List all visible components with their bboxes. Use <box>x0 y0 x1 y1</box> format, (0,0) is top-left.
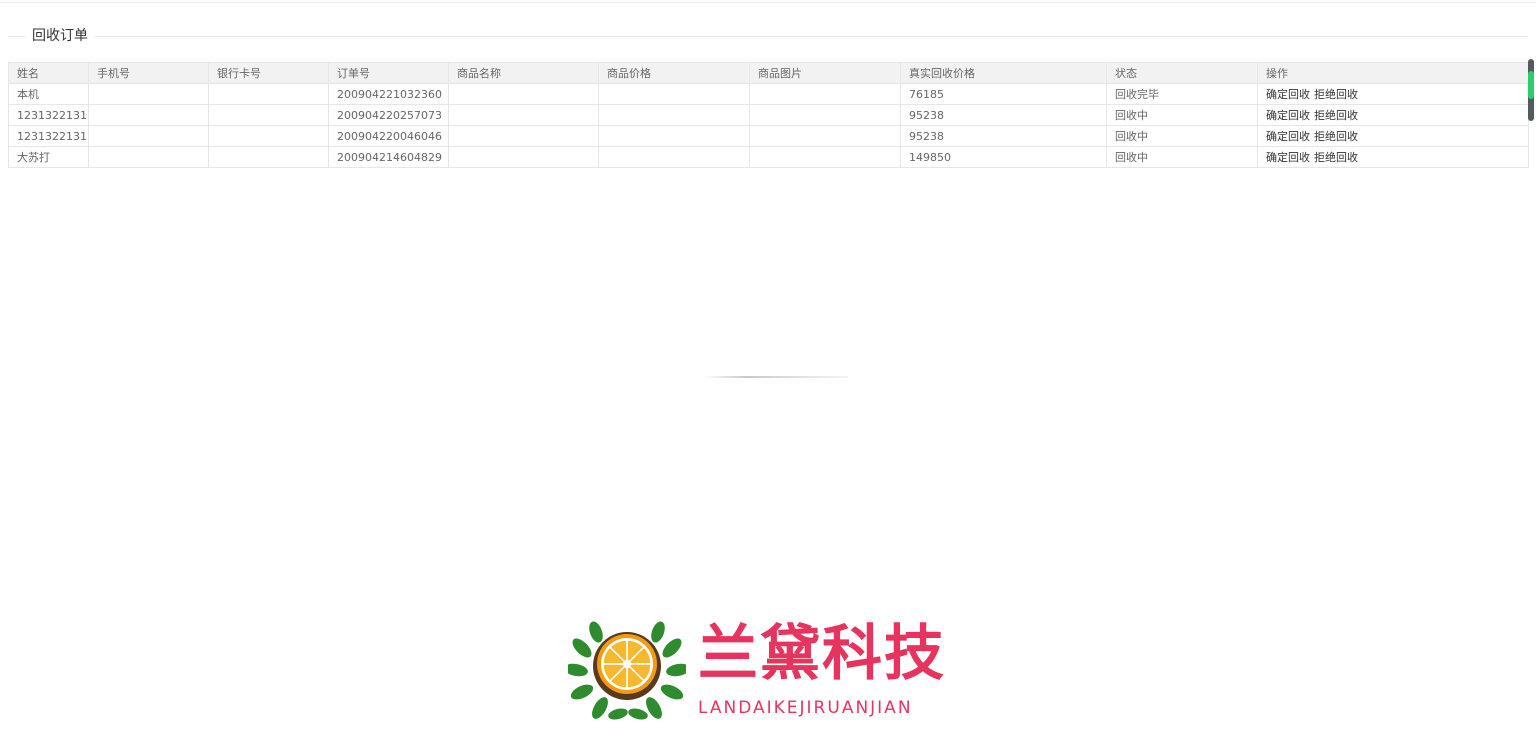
section-divider <box>8 36 1528 37</box>
brand-name-en: LANDAIKEJIRUANJIAN <box>698 698 913 718</box>
cell-actions: 确定回收 拒绝回收 <box>1257 125 1529 147</box>
cell-product-image <box>749 125 901 147</box>
cell-bank-card <box>208 146 329 168</box>
section-title: 回收订单 <box>26 26 94 46</box>
column-header-product-name: 商品名称 <box>448 62 599 84</box>
cell-status: 回收中 <box>1106 146 1258 168</box>
cell-actions: 确定回收 拒绝回收 <box>1257 83 1529 105</box>
top-divider <box>0 2 1536 3</box>
table-row: 本机 200904221032360 76185 回收完毕 确定回收 拒绝回收 <box>8 83 1529 105</box>
table-header-row: 姓名 手机号 银行卡号 订单号 商品名称 商品价格 商品图片 真实回收价格 状态… <box>8 62 1529 84</box>
cell-bank-card <box>208 83 329 105</box>
column-header-name: 姓名 <box>8 62 89 84</box>
cell-name: 大苏打 <box>8 146 89 168</box>
cell-product-image <box>749 83 901 105</box>
cell-bank-card <box>208 125 329 147</box>
cell-real-price: 76185 <box>900 83 1107 105</box>
cell-product-price <box>598 104 750 126</box>
cell-product-price <box>598 125 750 147</box>
cell-name: 1231322131 <box>8 125 89 147</box>
orders-table: 姓名 手机号 银行卡号 订单号 商品名称 商品价格 商品图片 真实回收价格 状态… <box>8 62 1529 168</box>
column-header-product-price: 商品价格 <box>598 62 750 84</box>
cell-name: 本机 <box>8 83 89 105</box>
section-header: 回收订单 <box>8 26 1528 46</box>
column-header-real-price: 真实回收价格 <box>900 62 1107 84</box>
cell-name: 1231322131 <box>8 104 89 126</box>
reject-recycle-link[interactable]: 拒绝回收 <box>1314 88 1358 101</box>
table-row: 大苏打 200904214604829 149850 回收中 确定回收 拒绝回收 <box>8 146 1529 168</box>
cell-actions: 确定回收 拒绝回收 <box>1257 146 1529 168</box>
cell-product-image <box>749 104 901 126</box>
cell-status: 回收中 <box>1106 125 1258 147</box>
cell-real-price: 95238 <box>900 104 1107 126</box>
scrollbar-thumb[interactable] <box>1528 71 1534 99</box>
confirm-recycle-link[interactable]: 确定回收 <box>1266 151 1310 164</box>
cell-phone <box>88 83 209 105</box>
cell-product-name <box>448 146 599 168</box>
cell-product-price <box>598 83 750 105</box>
column-header-phone: 手机号 <box>88 62 209 84</box>
cell-bank-card <box>208 104 329 126</box>
cell-real-price: 149850 <box>900 146 1107 168</box>
table-row: 1231322131 200904220046046 95238 回收中 确定回… <box>8 125 1529 147</box>
confirm-recycle-link[interactable]: 确定回收 <box>1266 109 1310 122</box>
cell-order-no: 200904220257073 <box>328 104 449 126</box>
cell-product-name <box>448 104 599 126</box>
cell-actions: 确定回收 拒绝回收 <box>1257 104 1529 126</box>
column-header-status: 状态 <box>1106 62 1258 84</box>
column-header-bank-card: 银行卡号 <box>208 62 329 84</box>
cell-status: 回收完毕 <box>1106 83 1258 105</box>
reject-recycle-link[interactable]: 拒绝回收 <box>1314 109 1358 122</box>
confirm-recycle-link[interactable]: 确定回收 <box>1266 130 1310 143</box>
cell-order-no: 200904221032360 <box>328 83 449 105</box>
vertical-scrollbar[interactable] <box>1528 59 1534 121</box>
loading-indicator <box>702 376 848 378</box>
brand-logo: 兰黛科技 LANDAIKEJIRUANJIAN <box>568 618 958 722</box>
reject-recycle-link[interactable]: 拒绝回收 <box>1314 151 1358 164</box>
cell-order-no: 200904220046046 <box>328 125 449 147</box>
cell-order-no: 200904214604829 <box>328 146 449 168</box>
cell-product-image <box>749 146 901 168</box>
cell-product-price <box>598 146 750 168</box>
table-row: 1231322131 200904220257073 95238 回收中 确定回… <box>8 104 1529 126</box>
column-header-order-no: 订单号 <box>328 62 449 84</box>
cell-phone <box>88 125 209 147</box>
cell-product-name <box>448 83 599 105</box>
cell-product-name <box>448 125 599 147</box>
cell-phone <box>88 104 209 126</box>
column-header-actions: 操作 <box>1257 62 1529 84</box>
brand-name-cn: 兰黛科技 <box>698 619 946 689</box>
cell-phone <box>88 146 209 168</box>
confirm-recycle-link[interactable]: 确定回收 <box>1266 88 1310 101</box>
cell-real-price: 95238 <box>900 125 1107 147</box>
cell-status: 回收中 <box>1106 104 1258 126</box>
orange-slice-laurel-icon <box>568 621 686 720</box>
reject-recycle-link[interactable]: 拒绝回收 <box>1314 130 1358 143</box>
column-header-product-image: 商品图片 <box>749 62 901 84</box>
